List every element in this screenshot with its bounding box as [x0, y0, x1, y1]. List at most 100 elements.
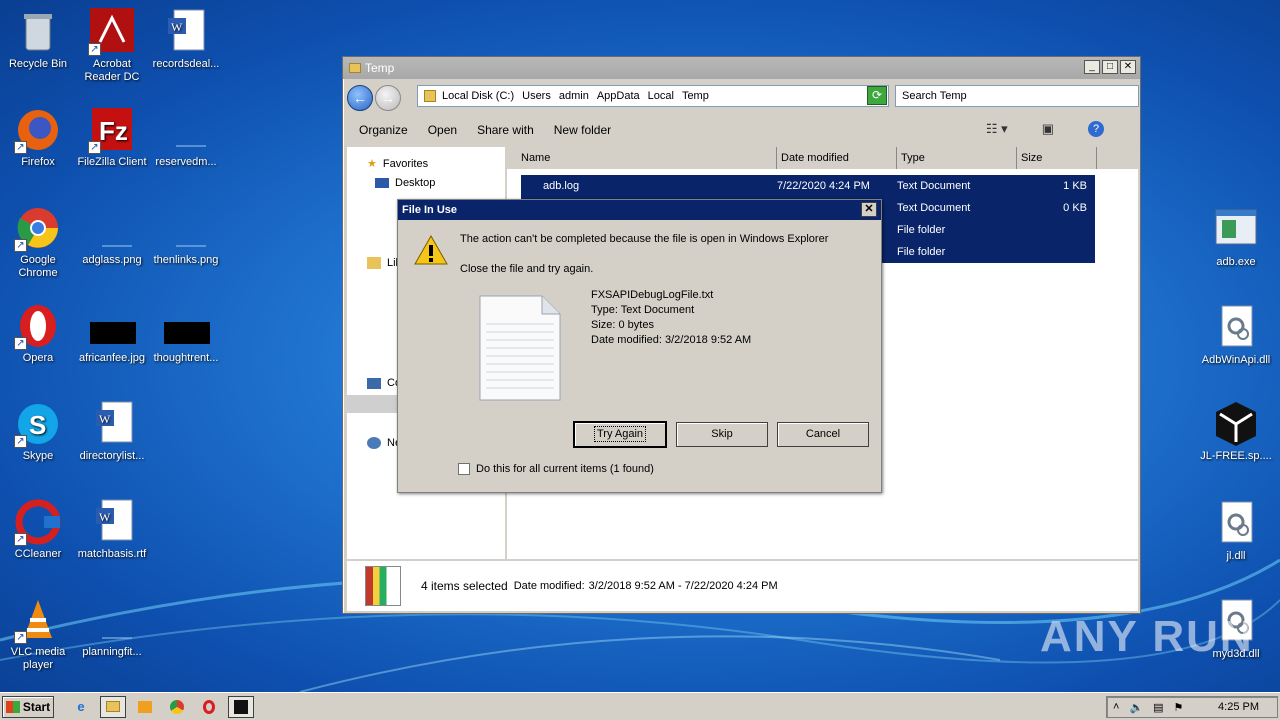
- breadcrumb-admin[interactable]: admin: [559, 90, 589, 102]
- breadcrumb-local[interactable]: Local: [648, 90, 674, 102]
- network-tray-icon[interactable]: ▤: [1153, 701, 1163, 714]
- desktop-icon-matchbasis[interactable]: W matchbasis.rtf: [74, 498, 150, 561]
- try-again-button[interactable]: Try Again: [573, 421, 667, 448]
- breadcrumb-appdata[interactable]: AppData: [597, 90, 640, 102]
- clock[interactable]: 4:25 PM: [1218, 701, 1259, 713]
- refresh-icon[interactable]: ⟳: [867, 86, 887, 105]
- button-label: Try Again: [593, 426, 647, 442]
- svg-text:W: W: [171, 20, 183, 34]
- desktop-icon-thoughtrent[interactable]: thoughtrent...: [148, 302, 224, 365]
- desktop-icon-adbwinapi[interactable]: AdbWinApi.dll: [1198, 304, 1274, 367]
- desktop-icon-label: reservedm...: [155, 156, 217, 168]
- preview-pane-icon[interactable]: ▣: [1042, 121, 1054, 137]
- desktop-icon-chrome[interactable]: ↗ Google Chrome: [0, 204, 76, 280]
- file-size: 0 KB: [1063, 202, 1087, 214]
- breadcrumb-temp[interactable]: Temp: [682, 90, 709, 102]
- search-input[interactable]: Search Temp: [895, 85, 1139, 107]
- desktop-icon-jl-free[interactable]: JL-FREE.sp....: [1198, 400, 1274, 463]
- volume-icon[interactable]: 🔈: [1129, 701, 1143, 714]
- column-date-modified[interactable]: Date modified: [777, 147, 897, 169]
- view-options-icon[interactable]: ☷ ▾: [986, 121, 1008, 137]
- desktop-icon-label: Google Chrome: [18, 254, 58, 279]
- breadcrumb-local-disk[interactable]: Local Disk (C:): [442, 90, 514, 102]
- skip-button[interactable]: Skip: [676, 422, 768, 447]
- warning-icon: [414, 234, 448, 269]
- desktop-icon-adb-exe[interactable]: adb.exe: [1198, 206, 1274, 269]
- date-modified-label: Date modified:: [513, 580, 585, 592]
- window-title: Temp: [365, 61, 395, 75]
- file-info: FXSAPIDebugLogFile.txt Type: Text Docume…: [591, 288, 751, 348]
- forward-arrow-icon[interactable]: →: [375, 85, 401, 111]
- desktop-icon-ccleaner[interactable]: ↗ CCleaner: [0, 498, 76, 561]
- desktop-icon-label: AdbWinApi.dll: [1201, 354, 1271, 366]
- file-explorer-icon[interactable]: [100, 695, 126, 718]
- chrome-icon: ↗: [14, 204, 62, 252]
- system-tray: ˄ 🔈 ▤ ⚑ 4:25 PM: [1106, 696, 1278, 718]
- desktop-icon-acrobat[interactable]: ↗ Acrobat Reader DC: [74, 8, 150, 84]
- filezilla-icon: Fz ↗: [88, 106, 136, 154]
- column-name[interactable]: Name: [507, 147, 777, 169]
- breadcrumb-users[interactable]: Users: [522, 90, 551, 102]
- taskbar: Start e ˄ 🔈 ▤ ⚑ 4:25 PM: [0, 692, 1280, 720]
- new-folder-button[interactable]: New folder: [554, 123, 611, 137]
- desktop-icon-vlc[interactable]: ↗ VLC media player: [0, 596, 76, 672]
- minimize-button[interactable]: _: [1084, 60, 1100, 74]
- organize-button[interactable]: Organize: [359, 123, 408, 137]
- cancel-button[interactable]: Cancel: [777, 422, 869, 447]
- desktop-icon-directorylist[interactable]: W directorylist...: [74, 400, 150, 463]
- desktop-icon-opera[interactable]: ↗ Opera: [0, 302, 76, 365]
- desktop-icon-planningfit[interactable]: planningfit...: [74, 596, 150, 659]
- word-document-icon: W: [162, 8, 210, 56]
- file-row[interactable]: adb.log 7/22/2020 4:24 PM Text Document …: [521, 175, 1095, 197]
- folder-icon: [424, 90, 436, 102]
- cube-app-icon[interactable]: [228, 695, 254, 718]
- desktop-icon-thenlinks[interactable]: thenlinks.png: [148, 204, 224, 267]
- flag-icon[interactable]: ⚑: [1174, 701, 1184, 714]
- nav-desktop[interactable]: Desktop: [375, 177, 435, 189]
- internet-explorer-icon[interactable]: e: [68, 696, 94, 718]
- show-hidden-icons-icon[interactable]: ˄: [1113, 701, 1119, 713]
- dialog-close-button[interactable]: ✕: [861, 202, 877, 217]
- desktop-icon-africanfee[interactable]: africanfee.jpg: [74, 302, 150, 365]
- explorer-titlebar[interactable]: Temp _ □ ✕: [343, 57, 1140, 79]
- nav-computer[interactable]: Co: [367, 377, 401, 389]
- nav-favorites[interactable]: ★ Favorites: [367, 157, 428, 171]
- column-type[interactable]: Type: [897, 147, 1017, 169]
- close-button[interactable]: ✕: [1120, 60, 1136, 74]
- apply-to-all-checkbox[interactable]: Do this for all current items (1 found): [458, 463, 654, 475]
- library-icon: [367, 257, 381, 269]
- recycle-bin-icon: [14, 8, 62, 56]
- file-type: File folder: [897, 224, 946, 236]
- dialog-titlebar[interactable]: File In Use: [398, 200, 881, 220]
- desktop-icon-reservedm[interactable]: reservedm...: [148, 106, 224, 169]
- skype-icon: S ↗: [14, 400, 62, 448]
- windows-logo-icon: [5, 700, 20, 713]
- desktop-icon-label: FileZilla Client: [77, 156, 147, 168]
- help-icon[interactable]: ?: [1088, 121, 1104, 137]
- desktop-icon-skype[interactable]: S ↗ Skype: [0, 400, 76, 463]
- desktop-icon-label: Opera: [22, 352, 54, 364]
- maximize-button[interactable]: □: [1102, 60, 1118, 74]
- image-thumbnail-icon: [88, 302, 136, 350]
- chrome-icon[interactable]: [164, 696, 190, 718]
- opera-icon[interactable]: [196, 696, 222, 718]
- dll-gear-icon: [1212, 500, 1260, 548]
- desktop-icon-jl-dll[interactable]: jl.dll: [1198, 500, 1274, 563]
- share-with-button[interactable]: Share with: [477, 123, 534, 137]
- desktop-icon-firefox[interactable]: ↗ Firefox: [0, 106, 76, 169]
- checkbox-box[interactable]: [458, 463, 470, 475]
- desktop-icon-recordsdeal[interactable]: W recordsdeal...: [148, 8, 224, 71]
- desktop-icon-adglass[interactable]: adglass.png: [74, 204, 150, 267]
- media-player-icon[interactable]: [132, 696, 158, 718]
- start-button[interactable]: Start: [2, 695, 54, 718]
- column-size[interactable]: Size: [1017, 147, 1097, 169]
- open-button[interactable]: Open: [428, 123, 457, 137]
- desktop-icon-filezilla[interactable]: Fz ↗ FileZilla Client: [74, 106, 150, 169]
- desktop-icon-label: Firefox: [21, 156, 55, 168]
- text-document-icon: [478, 294, 562, 405]
- firefox-icon: ↗: [14, 106, 62, 154]
- address-bar[interactable]: Local Disk (C:) Users admin AppData Loca…: [417, 85, 889, 107]
- desktop-icon-recycle-bin[interactable]: Recycle Bin: [0, 8, 76, 71]
- back-arrow-icon[interactable]: ←: [347, 85, 373, 111]
- nav-network[interactable]: Ne: [367, 437, 401, 449]
